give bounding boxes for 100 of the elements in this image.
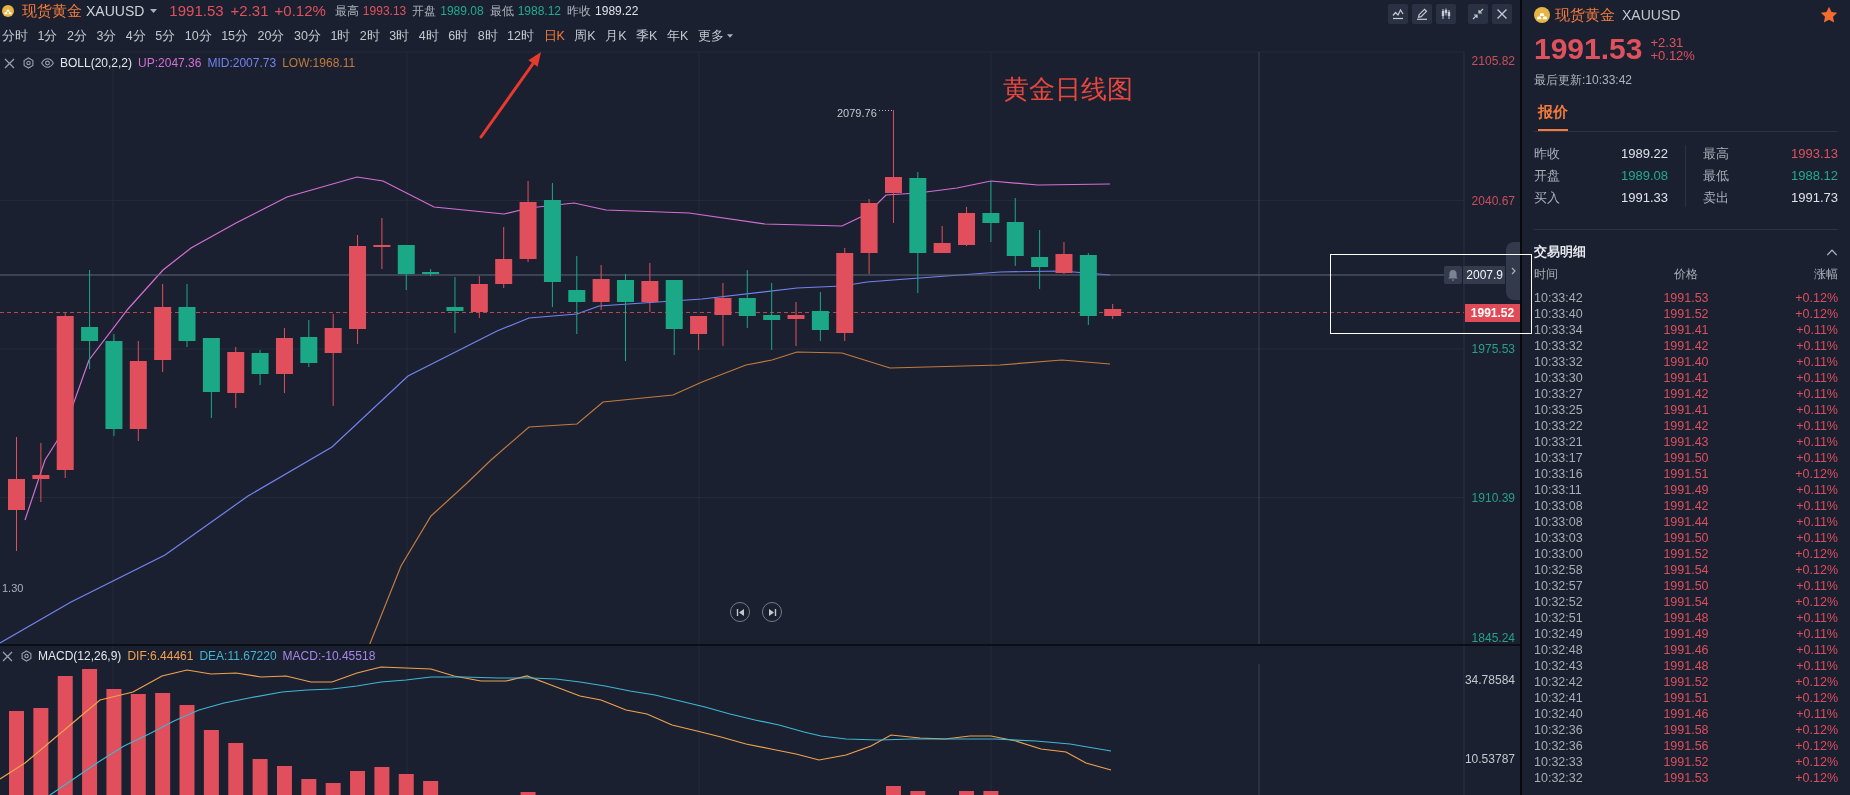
timeframe-tab[interactable]: 6时: [448, 28, 469, 44]
trade-change: +0.11%: [1796, 418, 1838, 434]
trade-time: 10:32:42: [1534, 674, 1583, 690]
symbol-dropdown[interactable]: XAUUSD: [86, 2, 158, 20]
trade-time: 10:32:52: [1534, 594, 1583, 610]
timeframe-tab[interactable]: 日K: [543, 28, 565, 44]
symbol-name: 现货黄金: [1555, 6, 1615, 24]
trade-time: 10:32:57: [1534, 578, 1583, 594]
more-dropdown[interactable]: 更多: [697, 28, 733, 44]
eye-icon[interactable]: [41, 58, 54, 68]
candlestick: [714, 282, 732, 347]
timeframe-tab[interactable]: 8时: [477, 28, 498, 44]
chart-type-button[interactable]: [1436, 4, 1456, 24]
macd-bar: [301, 779, 317, 795]
exit-fullscreen-button[interactable]: [1468, 4, 1488, 24]
candlestick: [690, 315, 708, 351]
trade-price: 1991.44: [1663, 514, 1709, 530]
trade-time: 10:33:08: [1534, 498, 1583, 514]
draw-button[interactable]: [1412, 4, 1432, 24]
trade-time: 10:33:11: [1534, 482, 1582, 498]
candlestick: [32, 442, 50, 503]
trade-change: +0.11%: [1796, 658, 1838, 674]
trade-change: +0.12%: [1795, 594, 1838, 610]
trade-change: +0.12%: [1795, 562, 1838, 578]
trade-price: 1991.52: [1663, 306, 1709, 322]
timeframe-tab[interactable]: 4时: [418, 28, 439, 44]
trade-time: 10:32:40: [1534, 706, 1583, 722]
column-header: 时间: [1534, 266, 1558, 282]
trade-price: 1991.58: [1663, 722, 1709, 738]
timeframe-tab[interactable]: 月K: [605, 28, 627, 44]
timeframe-tab[interactable]: 1时: [330, 28, 351, 44]
timeframe-tab[interactable]: 20分: [257, 28, 285, 44]
trade-change: +0.11%: [1796, 482, 1838, 498]
settings-icon[interactable]: [21, 650, 32, 662]
macd-bar: [983, 791, 999, 795]
trade-change: +0.12%: [1795, 674, 1838, 690]
high-price-label: 2079.76: [837, 106, 877, 120]
stat-label: 昨收: [567, 3, 592, 19]
indicator-button[interactable]: [1388, 4, 1408, 24]
trade-change: +0.11%: [1796, 338, 1838, 354]
close-icon[interactable]: [4, 57, 15, 69]
candlestick: [738, 269, 756, 329]
timeframe-tab[interactable]: 周K: [574, 28, 596, 44]
timeframe-tab[interactable]: 分时: [2, 28, 28, 44]
section-title: 交易明细: [1534, 244, 1586, 260]
trade-time: 10:33:17: [1534, 450, 1583, 466]
trade-change: +0.11%: [1796, 354, 1838, 370]
trade-change: +0.11%: [1796, 514, 1838, 530]
candlestick: [958, 206, 976, 247]
chevron-up-icon[interactable]: [1826, 248, 1838, 256]
trade-price: 1991.43: [1663, 434, 1709, 450]
timeframe-tab[interactable]: 5分: [155, 28, 176, 44]
line-chart-icon: [1392, 8, 1404, 20]
trade-time: 10:33:42: [1534, 290, 1583, 306]
timeframe-tab[interactable]: 2分: [66, 28, 87, 44]
trade-change: +0.12%: [1795, 290, 1838, 306]
trade-price: 1991.50: [1663, 530, 1709, 546]
close-icon[interactable]: [2, 650, 13, 662]
star-icon[interactable]: [1820, 6, 1838, 24]
quote-tab[interactable]: 报价: [1538, 97, 1568, 131]
quote-label: 开盘: [1534, 168, 1560, 184]
last-price: 1991.53: [1534, 35, 1643, 63]
timeframe-tab[interactable]: 12时: [507, 28, 534, 44]
candlestick: [446, 276, 464, 334]
macd-bar: [885, 786, 901, 795]
timeframe-tab[interactable]: 3分: [96, 28, 117, 44]
candlestick: [251, 349, 269, 386]
price-change: +2.31: [1650, 36, 1685, 49]
trade-time: 10:32:36: [1534, 738, 1583, 754]
trade-price: 1991.53: [1663, 290, 1709, 306]
timeframe-tab[interactable]: 15分: [221, 28, 249, 44]
timeframe-tab[interactable]: 年K: [666, 28, 689, 44]
timeframe-tab[interactable]: 4分: [125, 28, 146, 44]
trade-change: +0.11%: [1796, 434, 1838, 450]
trade-change: +0.11%: [1796, 610, 1838, 626]
chevron-right-icon: [1510, 267, 1516, 275]
timeframe-tab[interactable]: 3时: [389, 28, 410, 44]
trade-price: 1991.41: [1663, 322, 1709, 338]
caret-down-icon: [150, 9, 158, 13]
timeframe-tab[interactable]: 1分: [37, 28, 58, 44]
timeframe-tab[interactable]: 2时: [359, 28, 380, 44]
timeframe-tab[interactable]: 季K: [636, 28, 658, 44]
collapse-handle[interactable]: [1506, 242, 1520, 300]
macd-bar: [325, 783, 341, 795]
trade-time: 10:32:33: [1534, 754, 1583, 770]
timeframe-tab[interactable]: 10分: [184, 28, 212, 44]
trade-price: 1991.48: [1663, 610, 1709, 626]
trade-price: 1991.48: [1663, 658, 1709, 674]
close-button[interactable]: [1492, 4, 1512, 24]
trade-time: 10:33:00: [1534, 546, 1583, 562]
trade-time: 10:33:25: [1534, 402, 1583, 418]
timeframe-tab[interactable]: 30分: [294, 28, 321, 44]
settings-icon[interactable]: [23, 57, 34, 69]
quote-label: 卖出: [1703, 190, 1729, 206]
trade-change: +0.11%: [1796, 402, 1838, 418]
close-icon: [1496, 8, 1508, 20]
quote-value: 1991.73: [1791, 190, 1838, 206]
trade-change: +0.12%: [1795, 770, 1838, 786]
trade-time: 10:33:27: [1534, 386, 1583, 402]
bell-icon[interactable]: [1444, 266, 1462, 284]
